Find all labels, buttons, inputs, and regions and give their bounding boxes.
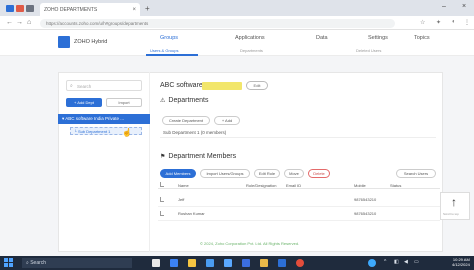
chrome-icon[interactable] [296, 259, 304, 267]
browser-menu-icon[interactable] [6, 5, 14, 12]
address-bar-row: ← → ⌂ https://accounts.zoho.com/u/h#grou… [0, 16, 474, 30]
select-all-checkbox[interactable] [160, 182, 164, 187]
members-heading: ⚑ Department Members [160, 153, 236, 160]
footer-note: © 2024, Zoho Corporation Pvt. Ltd. All R… [200, 241, 300, 246]
taskbar: ⌕ Search ^ ◧ ◀ ▭ 10:29 AM 4/12/2024 [0, 256, 474, 270]
hand-cursor-icon: ☝ [122, 128, 132, 137]
nav-applications[interactable]: Applications [235, 35, 265, 41]
tray-app-icon[interactable] [368, 259, 376, 267]
store-icon[interactable] [206, 259, 214, 267]
import-button[interactable]: Import [106, 98, 142, 107]
subnav-deleted-users[interactable]: Deleted Users [356, 48, 381, 53]
add-sub-button[interactable]: + Add [214, 116, 240, 125]
row-checkbox[interactable] [160, 197, 164, 202]
col-role[interactable]: Role/Designation [246, 183, 276, 188]
arrow-up-icon: ↑ [451, 195, 457, 209]
nav-topics[interactable]: Topics [414, 35, 430, 41]
clock-date: 4/12/2024 [452, 262, 470, 267]
org-logo [58, 36, 70, 48]
col-mobile[interactable]: Mobile [354, 183, 366, 188]
taskbar-search-text: Search [30, 260, 47, 266]
back-icon[interactable]: ← [6, 19, 13, 26]
add-dept-button[interactable]: + Add Dept [66, 98, 102, 107]
profile-icon[interactable]: ◐ [452, 19, 456, 25]
members-table-header: Name Role/Designation Email ID Mobile St… [158, 181, 440, 189]
battery-icon[interactable]: ▭ [414, 259, 419, 265]
search-placeholder: Search [77, 84, 92, 89]
member-mobile: 9876543210 [354, 197, 377, 202]
home-icon[interactable]: ⌂ [27, 19, 31, 26]
explorer-icon[interactable] [188, 259, 196, 267]
star-icon[interactable]: ☆ [420, 19, 425, 26]
volume-icon[interactable]: ◀ [404, 259, 408, 265]
table-row[interactable]: Jeff 9876543210 [158, 193, 440, 207]
department-tree-panel: ⌕ Search + Add Dept Import ▾ ABC softwar… [58, 72, 150, 252]
browser-tab-strip: ZOHO DEPARTMENTS × + – × [0, 0, 474, 16]
search-icon: ⌕ [70, 83, 73, 89]
taskbar-search[interactable]: ⌕ Search [22, 258, 132, 268]
create-department-button[interactable]: Create Department [162, 116, 210, 125]
scroll-top-label: Scroll to top [443, 212, 459, 216]
nav-data[interactable]: Data [316, 35, 328, 41]
search-users-button[interactable]: Search Users [396, 169, 436, 178]
delete-button[interactable]: Delete [308, 169, 330, 178]
sub-department-row[interactable]: Sub Department 1 (0 members) [160, 129, 436, 138]
dept-search-input[interactable]: ⌕ Search [66, 80, 142, 91]
col-name[interactable]: Name [178, 183, 189, 188]
tray-chevron-icon[interactable]: ^ [384, 259, 386, 265]
browser-app-icon-2[interactable] [26, 5, 34, 12]
system-clock[interactable]: 10:29 AM 4/12/2024 [452, 257, 470, 267]
tab-title: ZOHO DEPARTMENTS [44, 6, 98, 13]
menu-dots-icon[interactable]: ⋮ [464, 19, 470, 26]
app-header: ZOHO Hybrid Groups Applications Data Set… [0, 30, 474, 56]
subnav-departments[interactable]: Departments [240, 48, 263, 53]
address-input[interactable]: https://accounts.zoho.com/u/h#groups/dep… [40, 19, 395, 28]
forward-icon[interactable]: → [16, 19, 23, 26]
network-icon[interactable]: ◧ [394, 259, 399, 265]
table-row[interactable]: Roshan Kumar 9876543210 [158, 207, 440, 221]
edge-icon[interactable] [170, 259, 178, 267]
move-button[interactable]: Move [284, 169, 304, 178]
add-members-button[interactable]: Add Members [160, 169, 196, 178]
edit-role-button[interactable]: Edit Role [254, 169, 280, 178]
minimize-icon[interactable]: – [442, 3, 446, 10]
app-icon-2[interactable] [260, 259, 268, 267]
nav-groups[interactable]: Groups [160, 35, 178, 41]
close-window-icon[interactable]: × [462, 3, 466, 10]
member-name: Jeff [178, 197, 185, 202]
sub-departments-title: Departments [168, 97, 209, 104]
org-name[interactable]: ZOHO Hybrid [74, 39, 107, 45]
col-status[interactable]: Status [390, 183, 401, 188]
col-email[interactable]: Email ID [286, 183, 301, 188]
windows-start-icon[interactable] [4, 258, 14, 268]
mail-icon[interactable] [224, 259, 232, 267]
department-name: ABC software [160, 82, 203, 89]
browser-tab[interactable]: ZOHO DEPARTMENTS × [40, 3, 140, 16]
import-users-button[interactable]: Import Users/Groups [200, 169, 250, 178]
nav-settings[interactable]: Settings [368, 35, 388, 41]
browser-app-icon[interactable] [16, 5, 24, 12]
members-icon: ⚑ [160, 154, 166, 160]
hierarchy-icon: ⚠ [160, 98, 166, 104]
edit-department-button[interactable]: Edit [246, 81, 268, 90]
close-tab-icon[interactable]: × [132, 7, 136, 13]
members-title: Department Members [168, 153, 237, 160]
row-checkbox[interactable] [160, 211, 164, 216]
scroll-top-widget[interactable]: ↑ Scroll to top [440, 192, 470, 220]
member-name: Roshan Kumar [178, 211, 205, 216]
app-icon-3[interactable] [278, 259, 286, 267]
new-tab-button[interactable]: + [145, 4, 150, 13]
subnav-users-groups[interactable]: Users & Groups [150, 48, 178, 53]
sub-departments-heading: ⚠ Departments [160, 97, 208, 104]
tree-item-root[interactable]: ▾ ABC software India Private ... [58, 114, 150, 124]
member-mobile: 9876543210 [354, 211, 377, 216]
extension-icon[interactable]: ✦ [436, 19, 441, 26]
task-view-icon[interactable] [152, 259, 160, 267]
highlight-badge [202, 82, 242, 90]
app-icon[interactable] [242, 259, 250, 267]
